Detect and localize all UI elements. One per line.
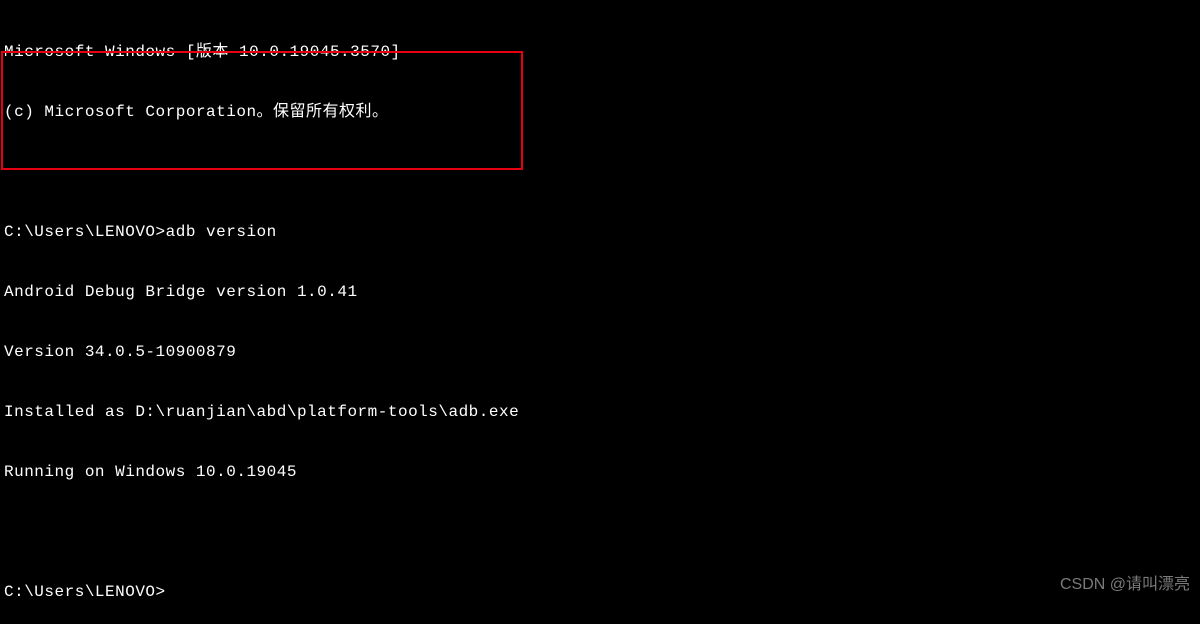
output-adb-version: Android Debug Bridge version 1.0.41: [4, 282, 1196, 302]
blank-line: [4, 162, 1196, 182]
windows-version-line: Microsoft Windows [版本 10.0.19045.3570]: [4, 42, 1196, 62]
copyright-line: (c) Microsoft Corporation。保留所有权利。: [4, 102, 1196, 122]
output-running-on: Running on Windows 10.0.19045: [4, 462, 1196, 482]
prompt-2[interactable]: C:\Users\LENOVO>: [4, 582, 166, 602]
command-input[interactable]: adb version: [166, 222, 277, 242]
blank-line-2: [4, 522, 1196, 542]
output-install-path: Installed as D:\ruanjian\abd\platform-to…: [4, 402, 1196, 422]
watermark-text: CSDN @请叫漂亮: [1060, 570, 1190, 594]
prompt-1: C:\Users\LENOVO>: [4, 222, 166, 242]
terminal-window[interactable]: Microsoft Windows [版本 10.0.19045.3570] (…: [0, 0, 1200, 624]
output-build-version: Version 34.0.5-10900879: [4, 342, 1196, 362]
